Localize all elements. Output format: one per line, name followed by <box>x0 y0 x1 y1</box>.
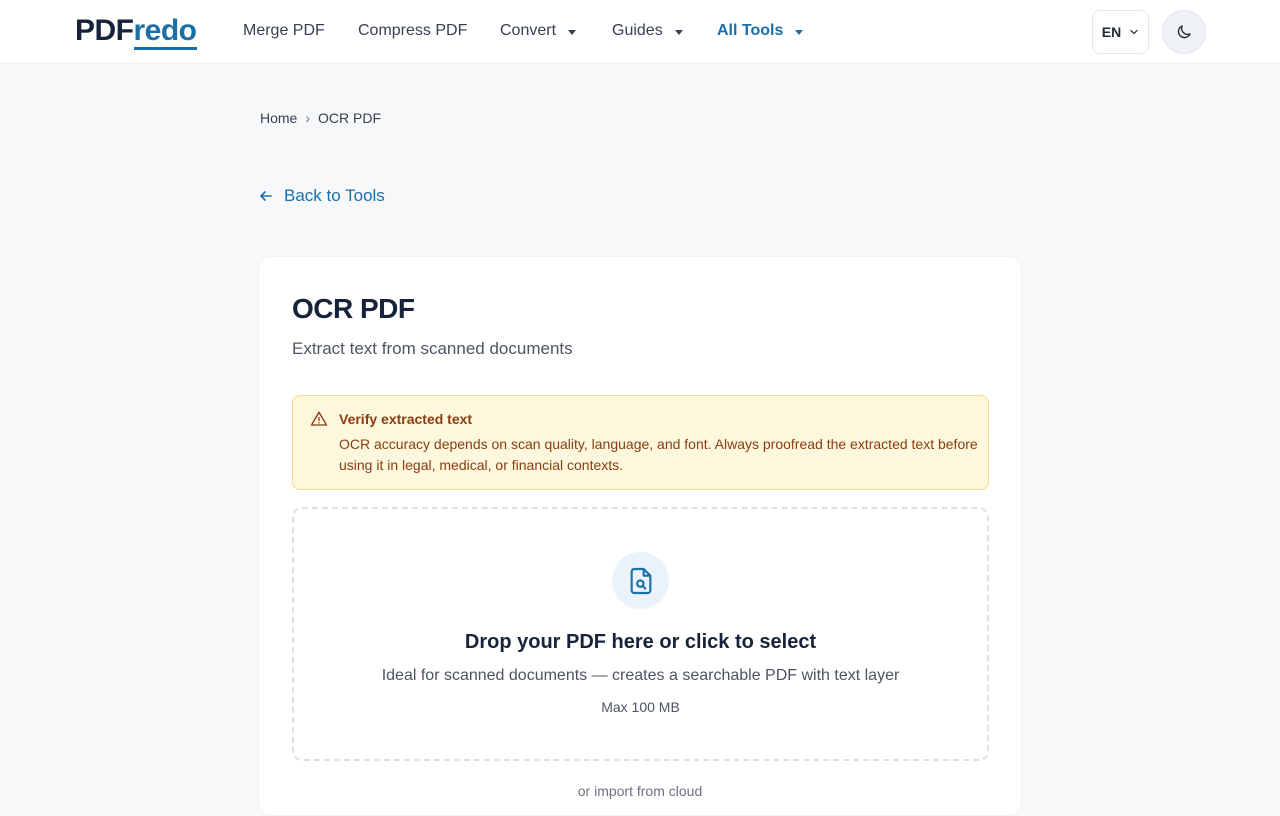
alert-title: Verify extracted text <box>339 411 473 427</box>
nav-merge-pdf-label: Merge PDF <box>243 22 325 39</box>
dropzone-subtitle: Ideal for scanned documents — creates a … <box>381 667 900 684</box>
language-label: EN <box>1101 24 1122 40</box>
page-subtitle: Extract text from scanned documents <box>292 339 573 358</box>
nav-guides[interactable]: Guides <box>612 20 683 42</box>
logo-redo-text: redo <box>133 14 197 50</box>
breadcrumb-separator: › <box>305 110 311 126</box>
cloud-import-label: or import from cloud <box>577 783 703 799</box>
theme-toggle-button[interactable] <box>1162 10 1206 54</box>
verify-warning-alert: Verify extracted text OCR accuracy depen… <box>292 395 989 490</box>
dropzone-icon-circle <box>612 552 669 609</box>
dropzone-max-size: Max 100 MB <box>601 699 680 715</box>
nav-convert-label: Convert <box>500 22 557 39</box>
pdf-dropzone[interactable]: Drop your PDF here or click to select Id… <box>292 507 989 761</box>
nav-all-tools-label: All Tools <box>717 22 784 39</box>
arrow-left-icon <box>260 191 272 201</box>
nav-compress-pdf[interactable]: Compress PDF <box>358 20 467 42</box>
file-search-icon <box>630 567 651 594</box>
nav-guides-label: Guides <box>612 22 663 39</box>
breadcrumb-home[interactable]: Home <box>260 110 297 126</box>
chevron-down-icon <box>1130 29 1138 35</box>
nav-convert[interactable]: Convert <box>500 20 577 42</box>
ocr-tool-card: OCR PDF Extract text from scanned docume… <box>258 256 1022 816</box>
moon-icon <box>1177 25 1191 39</box>
top-header: PDFredo Merge PDF Compress PDF Convert G… <box>0 0 1280 64</box>
back-to-tools-label: Back to Tools <box>284 186 385 205</box>
logo-pdf-text: PDF <box>75 14 134 47</box>
caret-down-icon <box>568 29 577 35</box>
nav-merge-pdf[interactable]: Merge PDF <box>243 20 325 42</box>
warning-triangle-icon <box>310 411 328 426</box>
dropzone-title: Drop your PDF here or click to select <box>464 631 817 653</box>
page-title: OCR PDF <box>292 293 415 324</box>
caret-down-icon <box>795 29 804 35</box>
pdfredo-logo[interactable]: PDFredo <box>75 12 197 52</box>
breadcrumb-current: OCR PDF <box>318 110 382 126</box>
nav-compress-pdf-label: Compress PDF <box>358 22 468 39</box>
breadcrumb: Home › OCR PDF <box>260 110 381 126</box>
back-to-tools-link[interactable]: Back to Tools <box>258 186 385 206</box>
caret-down-icon <box>674 29 683 35</box>
language-selector[interactable]: EN <box>1092 10 1149 54</box>
alert-body: OCR accuracy depends on scan quality, la… <box>339 436 978 473</box>
nav-all-tools[interactable]: All Tools <box>717 20 804 42</box>
